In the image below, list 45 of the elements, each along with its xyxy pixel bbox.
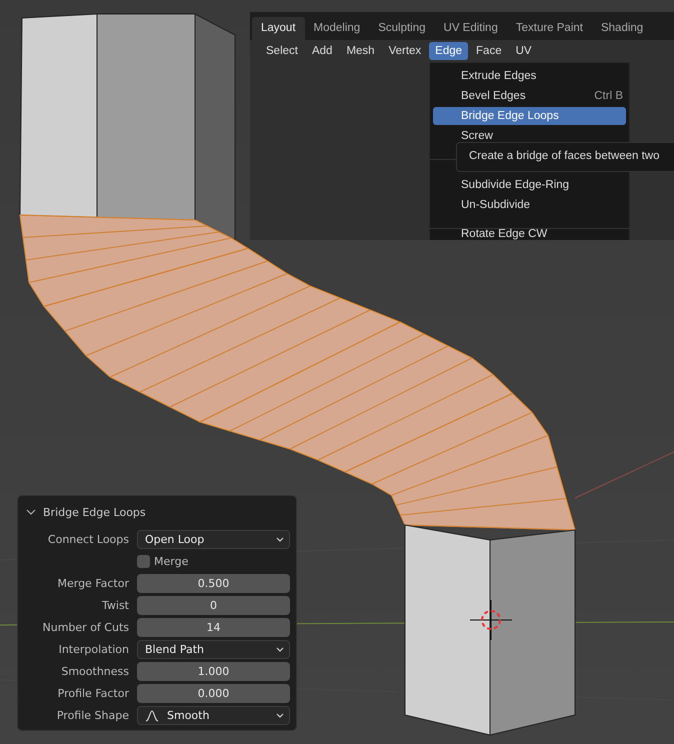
crosshair-icon (470, 600, 512, 640)
caret-icon (276, 712, 284, 718)
caret-icon (276, 646, 284, 652)
field-label: Number of Cuts (42, 621, 129, 634)
menu-entry[interactable]: Un-Subdivide (433, 196, 626, 214)
number-field[interactable]: 0 (137, 596, 290, 615)
field-label: Interpolation (58, 643, 129, 656)
menu-item[interactable]: Select (260, 42, 304, 60)
field-label: Profile Shape (56, 709, 129, 722)
menu-entry[interactable]: Bridge Edge Loops (433, 107, 626, 125)
dropdown-field[interactable]: Blend Path (137, 640, 290, 659)
workspace-tab[interactable]: Modeling (304, 17, 370, 40)
menu-item[interactable]: Mesh (340, 42, 381, 60)
checkbox-label: Merge (154, 555, 188, 568)
field-label: Merge Factor (56, 577, 129, 590)
field-label: Profile Factor (56, 687, 129, 700)
caret-icon (276, 536, 284, 542)
workspace-tab[interactable]: Texture Paint (506, 17, 592, 40)
menu-entry[interactable]: Rotate Edge CW (433, 225, 626, 240)
tooltip: Create a bridge of faces between two (456, 142, 674, 172)
menu-entry[interactable]: Extrude Edges (433, 67, 626, 85)
menu-item[interactable]: Add (306, 42, 338, 60)
dropdown-field[interactable]: Smooth (137, 706, 290, 725)
menu-item[interactable]: Edge (429, 42, 468, 60)
menu-item[interactable]: Face (470, 42, 508, 60)
checkbox[interactable] (137, 555, 150, 568)
chevron-icon[interactable] (26, 507, 36, 517)
field-label: Connect Loops (46, 533, 129, 546)
menu-item[interactable]: UV (510, 42, 538, 60)
number-field[interactable]: 1.000 (137, 662, 290, 681)
number-field[interactable]: 0.500 (137, 574, 290, 593)
menu-item[interactable]: Vertex (382, 42, 428, 60)
menu-entry[interactable]: Subdivide Edge-Ring (433, 176, 626, 194)
dropdown-field[interactable]: Open Loop (137, 530, 290, 549)
number-field[interactable]: 0.000 (137, 684, 290, 703)
workspace-tab[interactable]: Sculpting (369, 17, 435, 40)
panel-title: Bridge Edge Loops (43, 506, 146, 518)
workspace-tab[interactable]: UV Editing (434, 17, 507, 40)
workspace-tab[interactable]: Layout (252, 17, 305, 40)
field-label: Smoothness (60, 665, 129, 678)
workspace-tab[interactable]: Shading (592, 17, 652, 40)
field-label: Twist (101, 599, 129, 612)
menu-entry[interactable]: Bevel Edges Ctrl B (433, 87, 626, 105)
menu-entry[interactable]: Screw (433, 127, 626, 145)
number-field[interactable]: 14 (137, 618, 290, 637)
